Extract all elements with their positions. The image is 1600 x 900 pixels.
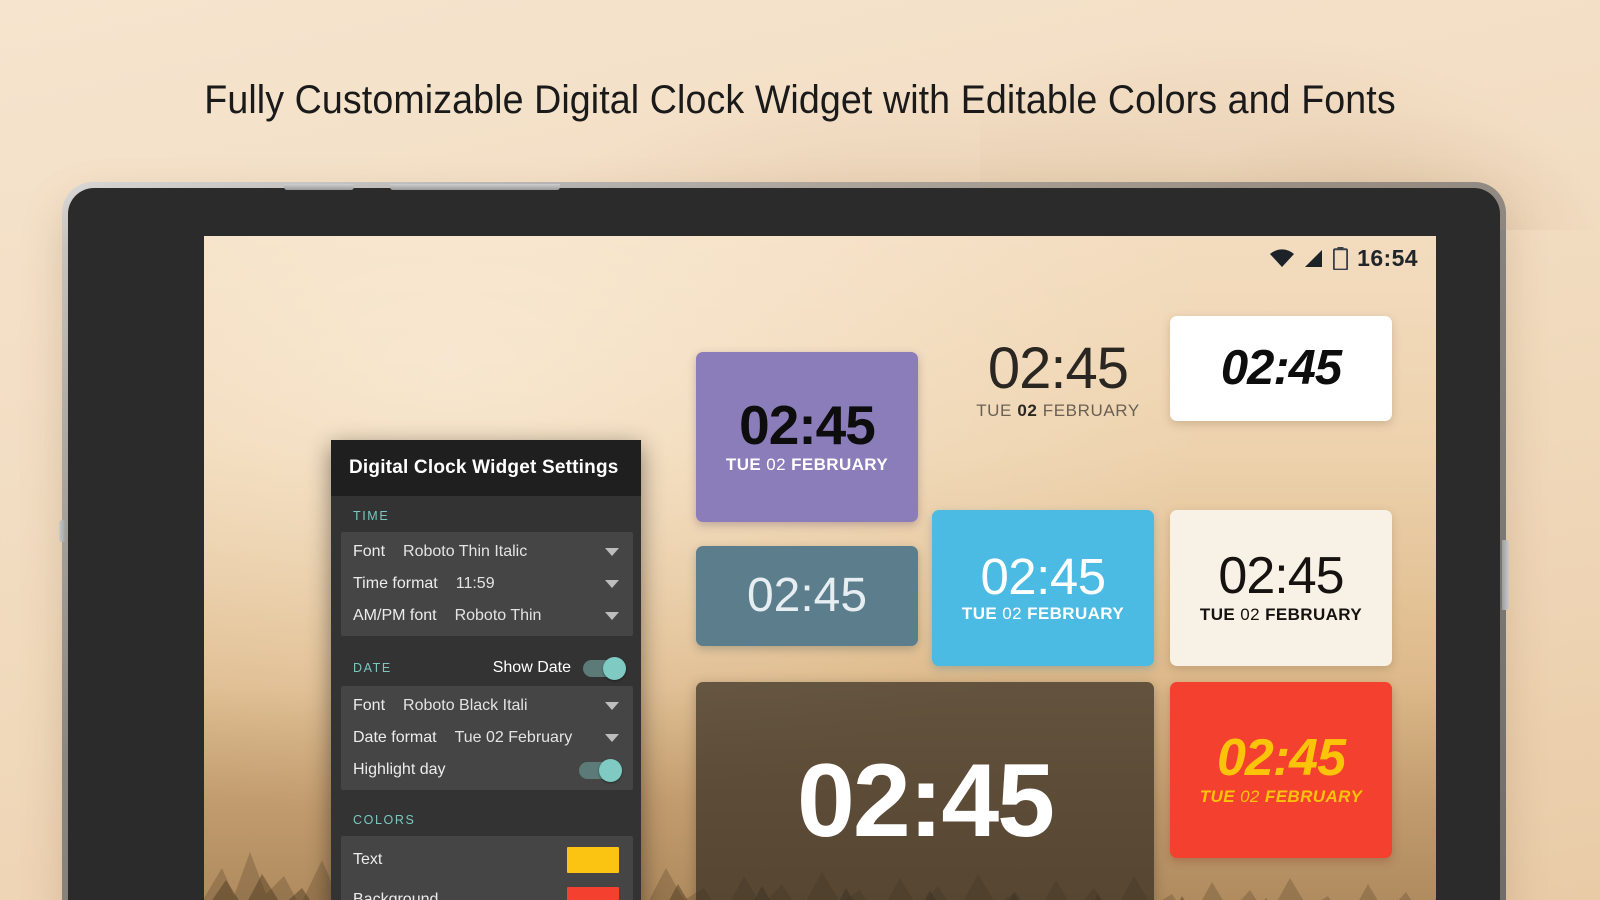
tablet-speaker bbox=[284, 184, 354, 190]
colors-settings-card: Text Background bbox=[341, 836, 633, 900]
row-label: Highlight day bbox=[353, 761, 446, 778]
widget-preview-dark-large[interactable]: 02:45 bbox=[696, 682, 1154, 900]
widget-date: TUE 02 FEBRUARY bbox=[961, 604, 1125, 624]
widget-time: 02:45 bbox=[1220, 341, 1342, 396]
widget-time: 02:45 bbox=[1217, 729, 1346, 788]
row-background-color[interactable]: Background bbox=[341, 880, 633, 900]
section-header-date: DATE Show Date bbox=[331, 646, 641, 686]
tablet-power-button[interactable] bbox=[1502, 540, 1509, 610]
date-settings-card: Font Roboto Black Itali Date format Tue … bbox=[341, 686, 633, 790]
widget-preview-slate[interactable]: 02:45 bbox=[696, 546, 918, 646]
row-ampm-font[interactable]: AM/PM font Roboto Thin bbox=[341, 600, 633, 632]
widget-time: 02:45 bbox=[987, 336, 1129, 402]
tablet-screen: 16:54 02:45 TUE 02 FEBRUARY 02:45 TUE 02… bbox=[204, 236, 1436, 900]
tablet-speaker-secondary bbox=[390, 184, 560, 190]
widget-time: 02:45 bbox=[980, 547, 1106, 605]
chevron-down-icon[interactable] bbox=[605, 580, 619, 588]
highlight-day-toggle[interactable] bbox=[579, 758, 622, 782]
row-time-font[interactable]: Font Roboto Thin Italic bbox=[341, 536, 633, 568]
row-label: Background bbox=[353, 891, 439, 900]
row-time-format[interactable]: Time format 11:59 bbox=[341, 568, 633, 600]
time-settings-card: Font Roboto Thin Italic Time format 11:5… bbox=[341, 532, 633, 636]
text-color-swatch[interactable] bbox=[567, 847, 619, 873]
promo-headline: Fully Customizable Digital Clock Widget … bbox=[204, 78, 1396, 122]
widget-date: TUE 02 FEBRUARY bbox=[725, 455, 889, 475]
widget-time: 02:45 bbox=[1218, 547, 1344, 606]
section-label-date: DATE bbox=[353, 661, 392, 675]
tablet-device: 16:54 02:45 TUE 02 FEBRUARY 02:45 TUE 02… bbox=[59, 182, 1509, 900]
row-value: 11:59 bbox=[455, 575, 495, 592]
row-text-color[interactable]: Text bbox=[341, 840, 633, 880]
widget-time: 02:45 bbox=[746, 569, 868, 623]
row-value: Roboto Thin Italic bbox=[403, 543, 528, 560]
chevron-down-icon[interactable] bbox=[605, 612, 619, 620]
widget-preview-white[interactable]: 02:45 bbox=[1170, 316, 1392, 421]
row-label: Text bbox=[353, 851, 383, 868]
chevron-down-icon[interactable] bbox=[605, 548, 619, 556]
show-date-label: Show Date bbox=[492, 659, 571, 676]
row-value: Roboto Thin bbox=[454, 607, 542, 624]
row-label: Font bbox=[353, 697, 386, 714]
settings-panel: Digital Clock Widget Settings TIME Font … bbox=[331, 440, 641, 900]
background-color-swatch[interactable] bbox=[567, 887, 619, 900]
widget-preview-purple[interactable]: 02:45 TUE 02 FEBRUARY bbox=[696, 352, 918, 522]
settings-panel-title: Digital Clock Widget Settings bbox=[331, 440, 641, 496]
widget-date: TUE 02 FEBRUARY bbox=[1199, 786, 1363, 806]
widget-preview-cream[interactable]: 02:45 TUE 02 FEBRUARY bbox=[1170, 510, 1392, 666]
widget-preview-red[interactable]: 02:45 TUE 02 FEBRUARY bbox=[1170, 682, 1392, 858]
section-header-time: TIME bbox=[331, 496, 641, 532]
row-highlight-day[interactable]: Highlight day bbox=[341, 754, 633, 786]
row-label: Date format bbox=[353, 729, 437, 746]
row-label: Font bbox=[353, 543, 386, 560]
row-date-format[interactable]: Date format Tue 02 February bbox=[341, 722, 633, 754]
chevron-down-icon[interactable] bbox=[605, 734, 619, 742]
section-label-colors: COLORS bbox=[353, 813, 416, 827]
widget-preview-blue[interactable]: 02:45 TUE 02 FEBRUARY bbox=[932, 510, 1154, 666]
section-label-time: TIME bbox=[353, 509, 390, 523]
tablet-volume-button[interactable] bbox=[59, 520, 66, 542]
widget-time: 02:45 bbox=[739, 393, 876, 456]
show-date-toggle[interactable] bbox=[583, 656, 626, 680]
chevron-down-icon[interactable] bbox=[605, 702, 619, 710]
section-header-colors: COLORS bbox=[331, 800, 641, 836]
widget-preview-transparent[interactable]: 02:45 TUE 02 FEBRUARY bbox=[952, 316, 1164, 446]
row-value: Tue 02 February bbox=[454, 729, 573, 746]
row-label: AM/PM font bbox=[353, 607, 437, 624]
row-date-font[interactable]: Font Roboto Black Itali bbox=[341, 690, 633, 722]
row-value: Roboto Black Itali bbox=[403, 697, 528, 714]
row-label: Time format bbox=[353, 575, 438, 592]
widget-date: TUE 02 FEBRUARY bbox=[976, 400, 1140, 420]
widget-date: TUE 02 FEBRUARY bbox=[1199, 604, 1363, 624]
widget-time: 02:45 bbox=[797, 743, 1055, 860]
